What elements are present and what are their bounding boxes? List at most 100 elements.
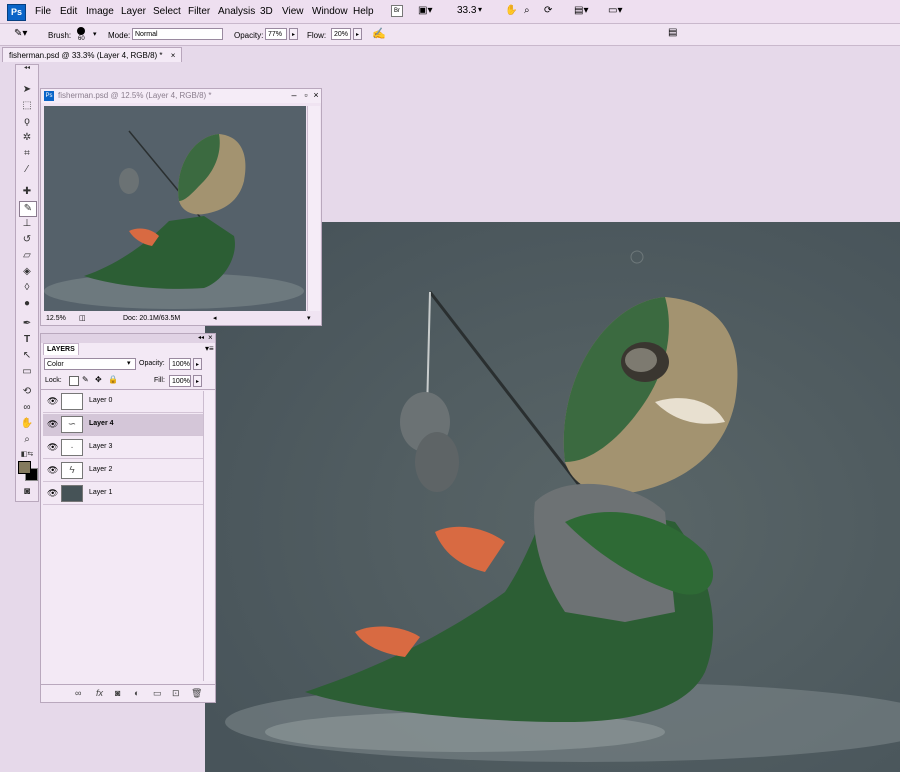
brush-picker-chevron-icon[interactable]: ▾ — [93, 30, 97, 38]
visibility-eye-icon[interactable]: 👁 — [47, 443, 58, 452]
adjustment-layer-icon[interactable]: ◐ — [134, 688, 139, 698]
document-tab[interactable]: fisherman.psd @ 33.3% (Layer 4, RGB/8) *… — [2, 47, 183, 63]
opacity-input[interactable]: 77% — [265, 28, 287, 40]
minimize-icon[interactable]: – — [289, 89, 299, 101]
eyedropper-tool-icon[interactable]: ⁄ — [19, 163, 35, 177]
add-mask-icon[interactable]: ◙ — [115, 688, 120, 698]
panel-menu-icon[interactable]: ▤ — [668, 27, 677, 38]
flow-input[interactable]: 20% — [331, 28, 351, 40]
visibility-eye-icon[interactable]: 👁 — [47, 420, 58, 429]
lock-image-icon[interactable]: ✎ — [82, 375, 89, 384]
close-window-icon[interactable]: × — [311, 89, 321, 101]
move-tool-icon[interactable]: ➤ — [19, 83, 35, 97]
menu-help[interactable]: Help — [353, 6, 374, 17]
visibility-eye-icon[interactable]: 👁 — [47, 397, 58, 406]
lasso-tool-icon[interactable]: ϙ — [19, 115, 35, 129]
new-layer-icon[interactable]: ⊡ — [172, 688, 180, 699]
menu-analysis[interactable]: Analysis — [218, 6, 255, 17]
hand-tool-icon[interactable]: ✋ — [505, 5, 517, 16]
type-tool-icon[interactable]: T — [19, 333, 35, 347]
floating-document-window[interactable]: Ps fisherman.psd @ 12.5% (Layer 4, RGB/8… — [40, 88, 322, 326]
foreground-color-swatch[interactable] — [18, 461, 31, 474]
floating-window-canvas[interactable] — [44, 106, 306, 311]
layer-row[interactable]: 👁 Layer 1 — [43, 483, 203, 505]
flow-slider-icon[interactable]: ▸ — [353, 28, 362, 40]
marquee-tool-icon[interactable]: ⬚ — [19, 99, 35, 113]
mode-select[interactable]: Normal — [132, 28, 223, 40]
path-selection-tool-icon[interactable]: ↖ — [19, 349, 35, 363]
layer-opacity-slider-icon[interactable]: ▸ — [193, 358, 202, 370]
layer-style-icon[interactable]: fx — [96, 688, 103, 698]
default-colors-icon[interactable]: ◧⇆ — [19, 448, 35, 462]
menu-3d[interactable]: 3D — [260, 6, 273, 17]
eraser-tool-icon[interactable]: ▱ — [19, 249, 35, 263]
history-brush-tool-icon[interactable]: ↺ — [19, 233, 35, 247]
menu-view[interactable]: View — [282, 6, 304, 17]
crop-tool-icon[interactable]: ⌗ — [19, 147, 35, 161]
screen-mode-icon[interactable]: ▭▾ — [608, 5, 622, 16]
magic-wand-tool-icon[interactable]: ✲ — [19, 131, 35, 145]
menu-layer[interactable]: Layer — [121, 6, 146, 17]
zoom-level[interactable]: 33.3 — [457, 5, 476, 16]
airbrush-icon[interactable]: ✍ — [372, 27, 386, 40]
view-extras-icon[interactable]: ▣▾ — [418, 5, 432, 16]
brush-tool-icon[interactable]: ✎ — [19, 201, 37, 217]
blend-mode-chevron-icon[interactable]: ▾ — [127, 359, 131, 367]
delete-layer-icon[interactable]: 🗑 — [191, 688, 202, 699]
layer-row-selected[interactable]: 👁 ∽ Layer 4 — [43, 414, 203, 436]
maximize-icon[interactable]: ▫ — [301, 89, 311, 101]
menu-select[interactable]: Select — [153, 6, 181, 17]
panel-close-icon[interactable]: × — [208, 333, 213, 342]
dodge-tool-icon[interactable]: ● — [19, 297, 35, 311]
zoom-tool-icon[interactable]: ⌕ — [524, 5, 530, 16]
visibility-eye-icon[interactable]: 👁 — [47, 466, 58, 475]
blend-mode-select[interactable]: Color — [44, 358, 136, 370]
3d-rotate-tool-icon[interactable]: ⟲ — [19, 385, 35, 399]
lock-all-icon[interactable]: 🔒 — [108, 375, 118, 384]
rectangle-tool-icon[interactable]: ▭ — [19, 365, 35, 379]
menu-edit[interactable]: Edit — [60, 6, 77, 17]
zoom-dropdown-icon[interactable]: ▾ — [478, 5, 482, 14]
paint-bucket-tool-icon[interactable]: ◈ — [19, 265, 35, 279]
fill-slider-icon[interactable]: ▸ — [193, 375, 202, 387]
floating-zoom-level[interactable]: 12.5% — [46, 313, 66, 324]
layer-row[interactable]: 👁 ϟ Layer 2 — [43, 460, 203, 482]
layers-scrollbar[interactable] — [203, 391, 214, 681]
layer-row[interactable]: 👁 · Layer 3 — [43, 437, 203, 459]
close-tab-icon[interactable]: × — [171, 51, 176, 60]
pen-tool-icon[interactable]: ✒ — [19, 317, 35, 331]
toolbox-collapse-icon[interactable]: ◂◂ — [19, 65, 35, 71]
arrange-documents-icon[interactable]: ▤▾ — [574, 5, 588, 16]
panel-collapse-icon[interactable]: ◂◂ — [198, 334, 204, 341]
layers-tab[interactable]: LAYERS — [43, 343, 79, 355]
scroll-down-icon[interactable]: ▾ — [307, 313, 311, 324]
layers-panel-header[interactable]: ◂◂ × — [41, 333, 215, 343]
layers-panel-menu-icon[interactable]: ▾≡ — [205, 344, 214, 353]
menu-file[interactable]: File — [35, 6, 51, 17]
fill-input[interactable]: 100% — [169, 375, 191, 387]
link-layers-icon[interactable]: ∞ — [75, 688, 81, 698]
layer-row[interactable]: 👁 Layer 0 — [43, 391, 203, 413]
menu-window[interactable]: Window — [312, 6, 348, 17]
scroll-left-icon[interactable]: ◂ — [213, 313, 217, 324]
quick-mask-icon[interactable]: ◙ — [19, 485, 35, 499]
rotate-view-icon[interactable]: ⟳ — [544, 5, 552, 16]
zoom-tool-icon[interactable]: ⌕ — [19, 433, 35, 447]
bridge-icon[interactable]: Br — [391, 5, 403, 17]
menu-filter[interactable]: Filter — [188, 6, 210, 17]
blur-tool-icon[interactable]: ◊ — [19, 281, 35, 295]
floating-window-titlebar[interactable]: Ps fisherman.psd @ 12.5% (Layer 4, RGB/8… — [41, 89, 321, 103]
menu-image[interactable]: Image — [86, 6, 114, 17]
floating-status-icon[interactable]: ◫ — [79, 313, 86, 324]
visibility-eye-icon[interactable]: 👁 — [47, 489, 58, 498]
opacity-slider-icon[interactable]: ▸ — [289, 28, 298, 40]
lock-position-icon[interactable]: ✥ — [95, 375, 102, 384]
new-group-icon[interactable]: ▭ — [153, 688, 162, 699]
brush-preview-icon[interactable] — [77, 27, 85, 35]
lock-transparency-icon[interactable] — [69, 376, 79, 386]
layer-opacity-input[interactable]: 100% — [169, 358, 191, 370]
clone-stamp-tool-icon[interactable]: ⊥ — [19, 217, 35, 231]
hand-tool-icon[interactable]: ✋ — [19, 417, 35, 431]
tool-preset-icon[interactable]: ✎▾ — [14, 28, 27, 39]
3d-orbit-tool-icon[interactable]: ∞ — [19, 401, 35, 415]
